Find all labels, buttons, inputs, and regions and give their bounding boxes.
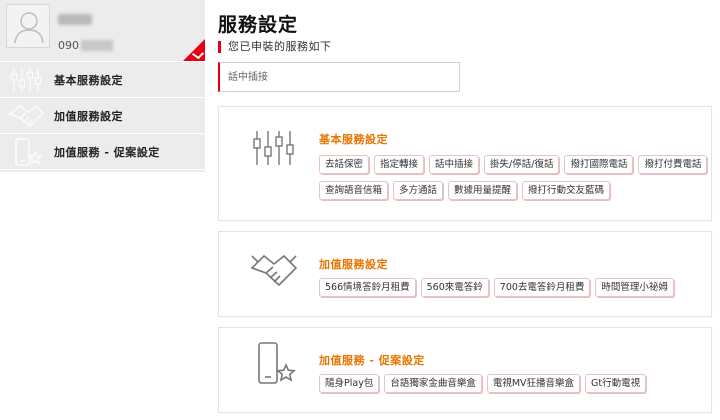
- section-promo-services: 加值服務 - 促案設定 隨身Play包 台語獨家金曲音樂盒 電視MV狂播音樂盒 …: [218, 327, 712, 413]
- tag-row: 隨身Play包 台語獨家金曲音樂盒 電視MV狂播音樂盒 Gt行動電視: [319, 374, 647, 393]
- service-tag[interactable]: 去話保密: [319, 155, 370, 174]
- handshake-icon: [250, 254, 298, 287]
- page-title: 服務設定: [218, 14, 299, 36]
- service-tag[interactable]: 撥打付費電話: [638, 155, 708, 174]
- service-tag[interactable]: 560來電答鈴: [420, 278, 489, 297]
- tag-row: 去話保密 指定轉接 話中插接 掛失/停話/復話 撥打國際電話 撥打付費電話: [319, 155, 708, 174]
- service-tag[interactable]: 566情境答鈴月租費: [319, 278, 416, 297]
- service-tag[interactable]: 700去電答鈴月租費: [493, 278, 591, 297]
- section-title: 加值服務設定: [319, 258, 388, 271]
- service-tag[interactable]: 掛失/停話/復話: [484, 155, 560, 174]
- tag-row: 566情境答鈴月租費 560來電答鈴 700去電答鈴月租費 時間管理小祕姆: [319, 278, 674, 297]
- section-title: 加值服務 - 促案設定: [319, 354, 425, 367]
- equalizer-icon: [253, 131, 294, 165]
- section-basic-services: 基本服務設定 去話保密 指定轉接 話中插接 掛失/停話/復話 撥打國際電話 撥打…: [218, 106, 712, 221]
- service-tag[interactable]: 話中插接: [429, 155, 480, 174]
- service-tag[interactable]: 查詢語音信箱: [319, 181, 389, 200]
- sidebar-item-promo-services[interactable]: 加值服務 - 促案設定: [0, 134, 205, 170]
- section-value-added-services: 加值服務設定 566情境答鈴月租費 560來電答鈴 700去電答鈴月租費 時間管…: [218, 231, 712, 317]
- sidebar-item-label: 加值服務 - 促案設定: [54, 145, 160, 159]
- page-subtitle: 您已申裝的服務如下: [218, 41, 332, 53]
- user-profile: 090: [0, 0, 205, 62]
- user-icon: [14, 12, 44, 44]
- service-tag[interactable]: 電視MV狂播音樂盒: [486, 374, 581, 393]
- phone-star-icon: [258, 342, 296, 384]
- tag-row: 查詢語音信箱 多方通話 數據用量提醒 撥打行動交友藍碼: [319, 181, 611, 200]
- service-tag[interactable]: 時間管理小祕姆: [595, 278, 674, 297]
- user-phone: 090: [58, 39, 113, 52]
- service-tag[interactable]: 撥打國際電話: [564, 155, 634, 174]
- service-tag[interactable]: 指定轉接: [374, 155, 425, 174]
- sidebar-item-label: 加值服務設定: [54, 109, 123, 123]
- service-tag[interactable]: 數據用量提醒: [448, 181, 518, 200]
- equalizer-icon: [10, 68, 42, 92]
- handshake-icon: [8, 105, 45, 128]
- sidebar-item-value-added-services[interactable]: 加值服務設定: [0, 98, 205, 134]
- sidebar: 090 基本服務設定 加值服務設定 加值服務 - 促案設定: [0, 0, 205, 172]
- sidebar-item-label: 基本服務設定: [54, 73, 123, 87]
- sidebar-item-basic-services[interactable]: 基本服務設定: [0, 62, 205, 98]
- section-title: 基本服務設定: [319, 133, 388, 146]
- user-phone-masked: [81, 40, 113, 51]
- user-name-masked: [58, 14, 92, 25]
- phone-star-icon: [15, 138, 43, 166]
- service-tag[interactable]: 隨身Play包: [319, 374, 380, 393]
- service-tag[interactable]: Gt行動電視: [585, 374, 647, 393]
- avatar: [6, 4, 50, 48]
- service-tag[interactable]: 多方通話: [393, 181, 444, 200]
- user-phone-prefix: 090: [58, 39, 79, 52]
- service-tag[interactable]: 撥打行動交友藍碼: [522, 181, 611, 200]
- search-input[interactable]: [218, 62, 460, 92]
- profile-edit-flag[interactable]: [183, 39, 205, 61]
- service-tag[interactable]: 台語獨家金曲音樂盒: [384, 374, 482, 393]
